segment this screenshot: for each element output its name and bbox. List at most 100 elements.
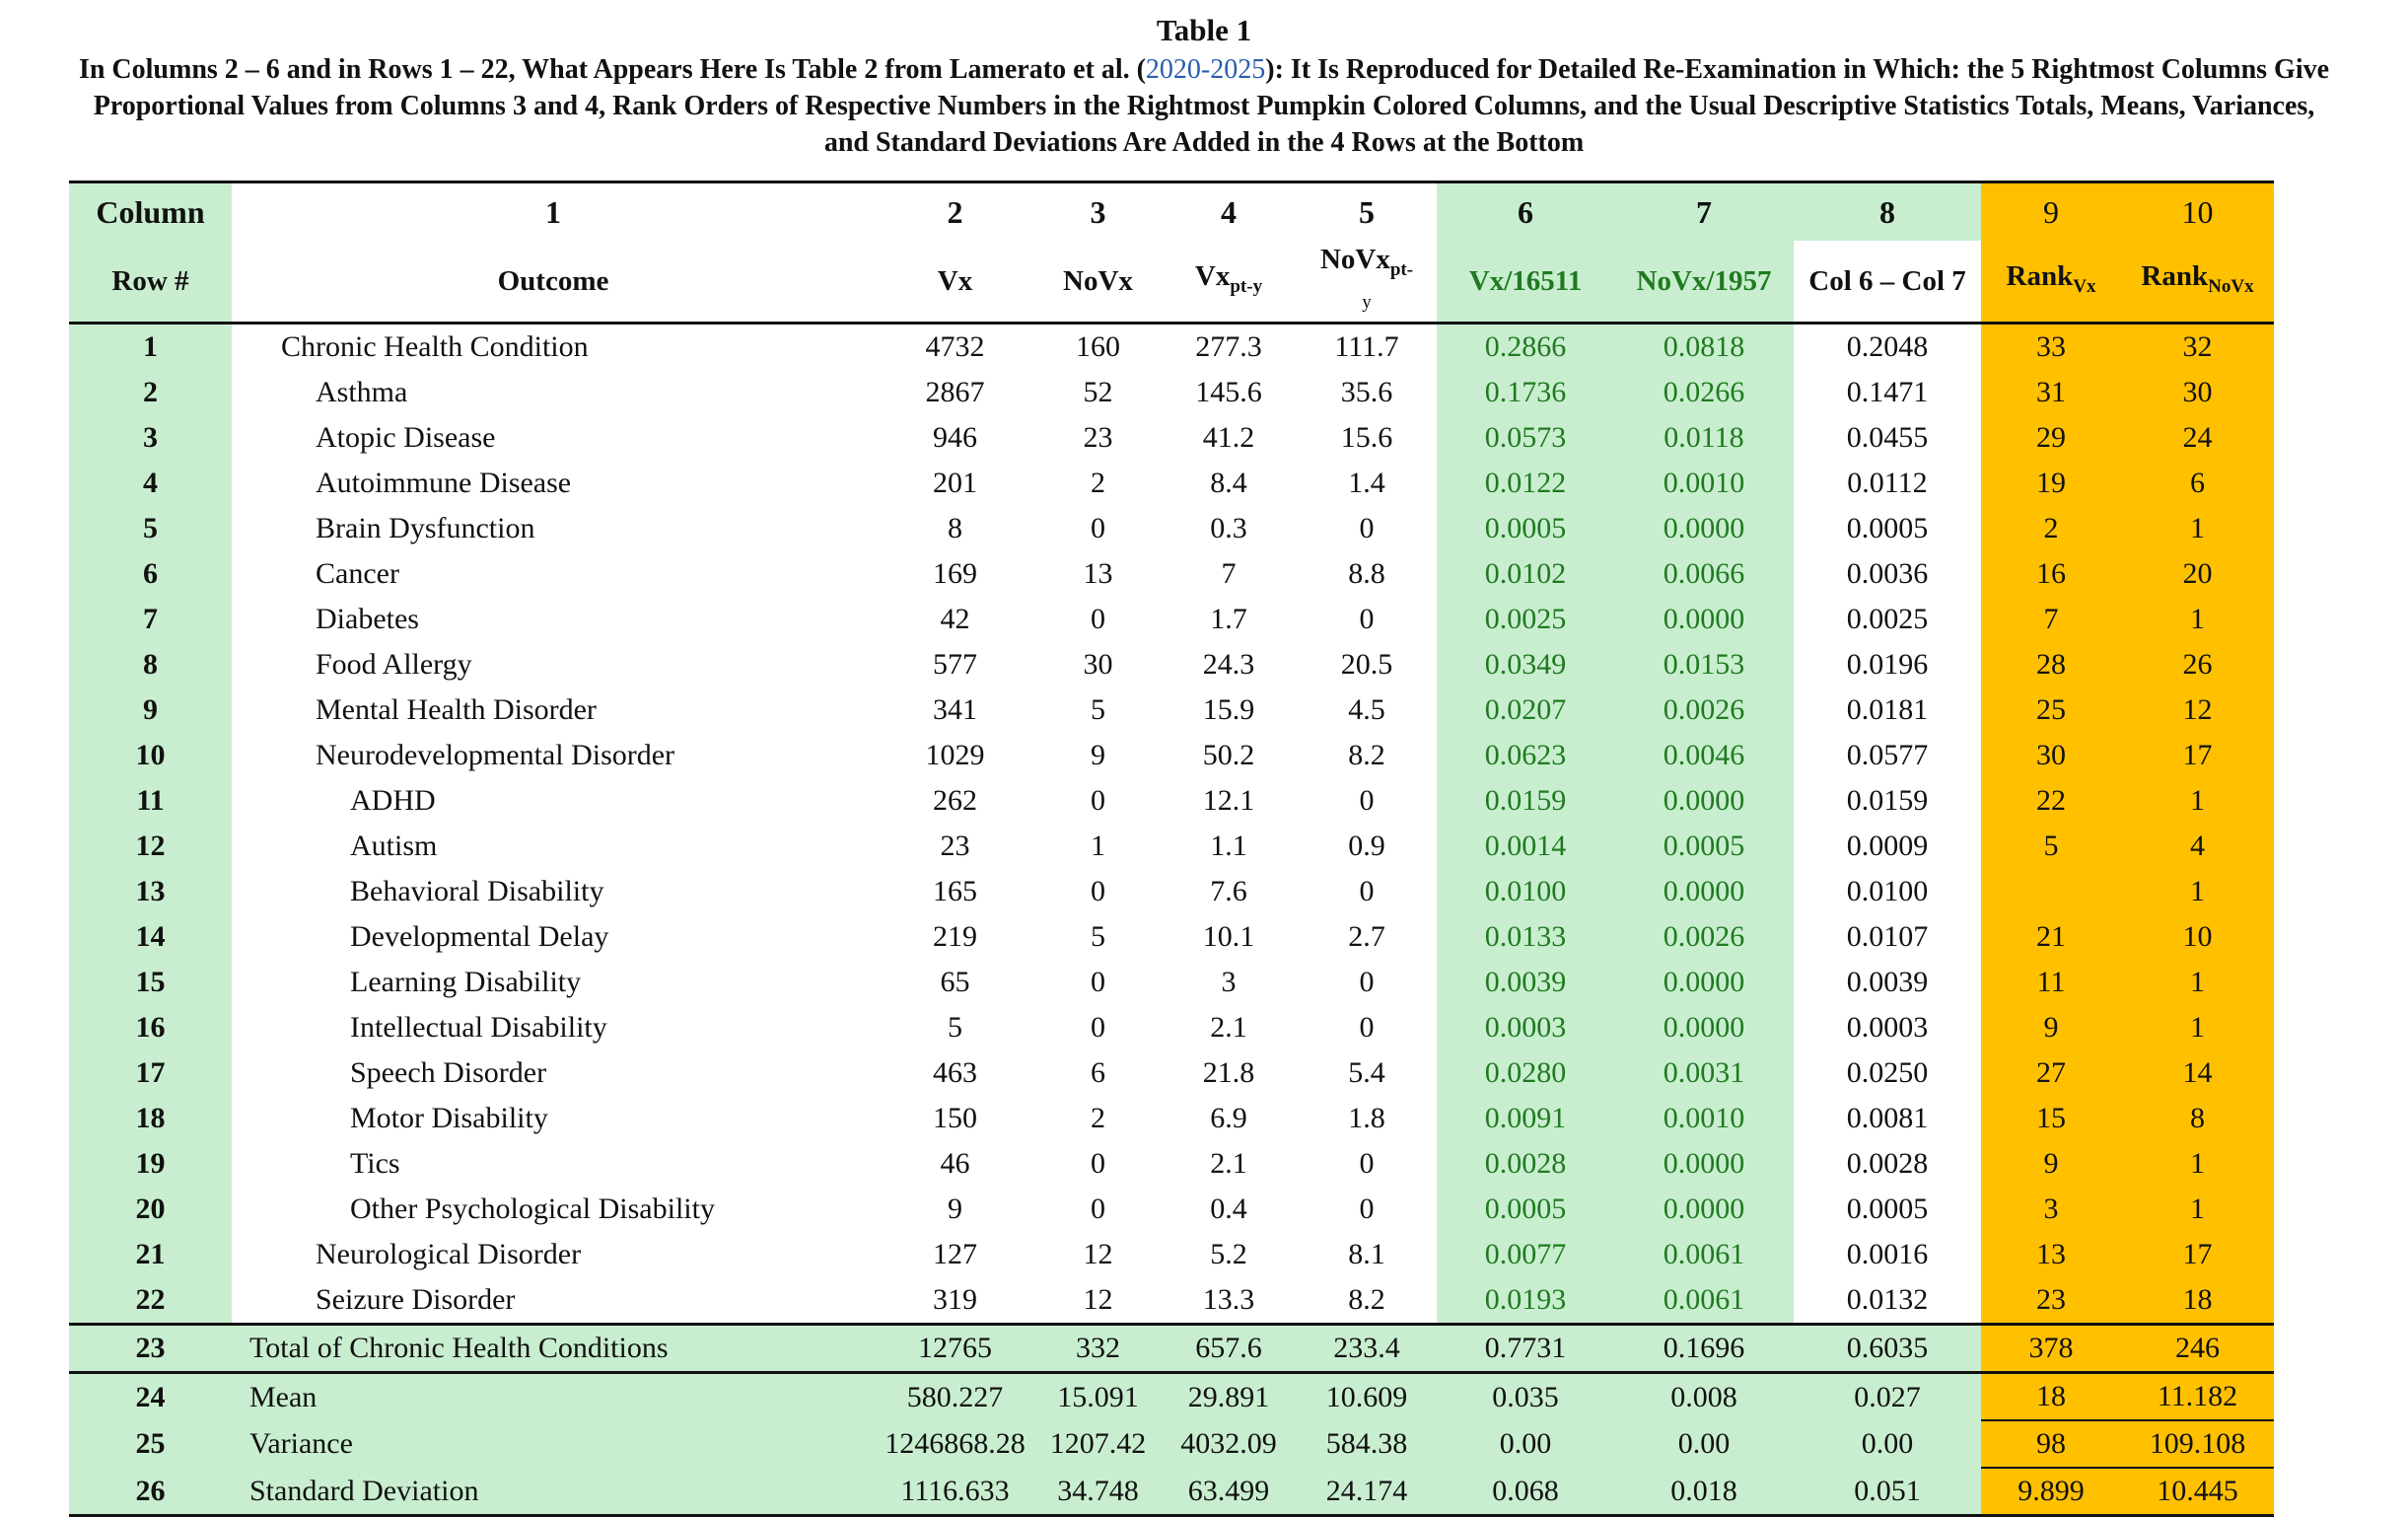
- proportion-difference: 0.0107: [1794, 914, 1981, 960]
- summary-row: 24 Mean 580.227 15.091 29.891 10.609 0.035 0.00…: [69, 1371, 2274, 1420]
- vx-rate: 145.6: [1161, 370, 1297, 415]
- novx-count: 0: [1035, 1187, 1161, 1232]
- vx-rate: 50.2: [1161, 733, 1297, 778]
- novx-count: 2: [1035, 461, 1161, 506]
- novx-proportion: 0.0000: [1614, 597, 1794, 642]
- table-row: 10 Neurodevelopmental Disorder 1029 9 50.2 8.…: [69, 733, 2274, 778]
- table-row: 11 ADHD 262 0 12.1 0 0.0159 0.0000 0.0159 22 1: [69, 778, 2274, 824]
- data-table: Column 1 2 3 4 5 6 7 8 9 10 Row # Outcom…: [69, 181, 2274, 1517]
- outcome-name: Autoimmune Disease: [232, 461, 875, 506]
- novx-rate-stat: 24.174: [1297, 1468, 1437, 1517]
- outcome-name: Neurodevelopmental Disorder: [232, 733, 875, 778]
- vx-rate: 12.1: [1161, 778, 1297, 824]
- vx-proportion: 0.0349: [1437, 642, 1614, 687]
- novx-count: 30: [1035, 642, 1161, 687]
- row-number: 21: [69, 1232, 232, 1277]
- vx-proportion: 0.0133: [1437, 914, 1614, 960]
- table-row: 8 Food Allergy 577 30 24.3 20.5 0.0349 0.0153 0.…: [69, 642, 2274, 687]
- summary-row: 26 Standard Deviation 1116.633 34.748 63.499…: [69, 1468, 2274, 1517]
- novx-proportion: 0.0000: [1614, 1141, 1794, 1187]
- outcome-name: Behavioral Disability: [232, 869, 875, 914]
- proportion-difference: 0.0577: [1794, 733, 1981, 778]
- novx-rate: 15.6: [1297, 415, 1437, 461]
- vx-rate: 2.1: [1161, 1005, 1297, 1050]
- rank-vx: 31: [1981, 370, 2121, 415]
- proportion-difference: 0.0039: [1794, 960, 1981, 1005]
- header-col-1: 1: [232, 181, 875, 241]
- vx-count: 169: [875, 551, 1035, 597]
- novx-rate: 35.6: [1297, 370, 1437, 415]
- proportion-difference: 0.0005: [1794, 506, 1981, 551]
- novx-proportion: 0.0010: [1614, 461, 1794, 506]
- summary-label: Total of Chronic Health Conditions: [232, 1323, 875, 1373]
- outcome-name: Motor Disability: [232, 1096, 875, 1141]
- header-column-label: Column: [69, 181, 232, 241]
- vx-count: 201: [875, 461, 1035, 506]
- novx-proportion-stat: 0.00: [1614, 1420, 1794, 1468]
- difference-stat: 0.6035: [1794, 1323, 1981, 1373]
- vx-stat: 580.227: [875, 1371, 1035, 1420]
- row-number: 25: [69, 1420, 232, 1468]
- vx-proportion: 0.0100: [1437, 869, 1614, 914]
- outcome-name: Food Allergy: [232, 642, 875, 687]
- vx-count: 4732: [875, 323, 1035, 370]
- rank-vx: 22: [1981, 778, 2121, 824]
- vx-count: 150: [875, 1096, 1035, 1141]
- novx-rate: 0: [1297, 597, 1437, 642]
- proportion-difference: 0.0250: [1794, 1050, 1981, 1096]
- outcome-name: Mental Health Disorder: [232, 687, 875, 733]
- proportion-difference: 0.0016: [1794, 1232, 1981, 1277]
- novx-count: 0: [1035, 960, 1161, 1005]
- vx-proportion: 0.0623: [1437, 733, 1614, 778]
- row-number: 9: [69, 687, 232, 733]
- row-number: 11: [69, 778, 232, 824]
- difference-stat: 0.027: [1794, 1371, 1981, 1420]
- table-row: 20 Other Psychological Disability 9 0 0.4 0 0.…: [69, 1187, 2274, 1232]
- vx-rate: 13.3: [1161, 1277, 1297, 1325]
- novx-proportion: 0.0000: [1614, 869, 1794, 914]
- proportion-difference: 0.0100: [1794, 869, 1981, 914]
- rank-novx: 1: [2121, 1187, 2274, 1232]
- novx-count: 12: [1035, 1232, 1161, 1277]
- table-row: 4 Autoimmune Disease 201 2 8.4 1.4 0.0122 0.001…: [69, 461, 2274, 506]
- vx-rate: 10.1: [1161, 914, 1297, 960]
- rank-vx: 27: [1981, 1050, 2121, 1096]
- row-number: 24: [69, 1371, 232, 1420]
- outcome-name: Brain Dysfunction: [232, 506, 875, 551]
- outcome-name: Atopic Disease: [232, 415, 875, 461]
- vx-count: 463: [875, 1050, 1035, 1096]
- rank-vx: 15: [1981, 1096, 2121, 1141]
- rank-vx-stat: 98: [1981, 1419, 2121, 1469]
- outcome-name: Other Psychological Disability: [232, 1187, 875, 1232]
- row-number: 13: [69, 869, 232, 914]
- row-number: 1: [69, 323, 232, 370]
- row-number: 12: [69, 824, 232, 869]
- table-row: 6 Cancer 169 13 7 8.8 0.0102 0.0066 0.0036 16 20: [69, 551, 2274, 597]
- vx-rate: 277.3: [1161, 323, 1297, 370]
- caption-title: Table 1: [1156, 13, 1252, 47]
- caption-body: In Columns 2 – 6 and in Rows 1 – 22, Wha…: [70, 51, 2338, 161]
- novx-rate-stat: 584.38: [1297, 1420, 1437, 1468]
- row-number: 18: [69, 1096, 232, 1141]
- vx-count: 262: [875, 778, 1035, 824]
- vx-rate: 0.3: [1161, 506, 1297, 551]
- vx-rate: 7.6: [1161, 869, 1297, 914]
- vx-proportion: 0.0025: [1437, 597, 1614, 642]
- novx-stat: 15.091: [1035, 1371, 1161, 1420]
- table-row: 19 Tics 46 0 2.1 0 0.0028 0.0000 0.0028 9 1: [69, 1141, 2274, 1187]
- header-col-4: 4: [1161, 181, 1297, 241]
- caption-text-start: In Columns 2 – 6 and in Rows 1 – 22, Wha…: [78, 54, 1146, 85]
- table-caption: Table 1 In Columns 2 – 6 and in Rows 1 –…: [0, 10, 2408, 161]
- rank-novx: 4: [2121, 824, 2274, 869]
- proportion-difference: 0.0081: [1794, 1096, 1981, 1141]
- rank-novx: 20: [2121, 551, 2274, 597]
- table-row: 13 Behavioral Disability 165 0 7.6 0 0.0100 0.0…: [69, 869, 2274, 914]
- proportion-difference: 0.0159: [1794, 778, 1981, 824]
- row-number: 5: [69, 506, 232, 551]
- header-col-8: 8: [1794, 181, 1981, 241]
- rank-vx: [1981, 869, 2121, 914]
- citation-link[interactable]: 2020-2025: [1146, 54, 1265, 85]
- rank-novx-stat: 246: [2121, 1323, 2274, 1373]
- column-number-row: Column 1 2 3 4 5 6 7 8 9 10: [69, 181, 2274, 241]
- rank-novx: 14: [2121, 1050, 2274, 1096]
